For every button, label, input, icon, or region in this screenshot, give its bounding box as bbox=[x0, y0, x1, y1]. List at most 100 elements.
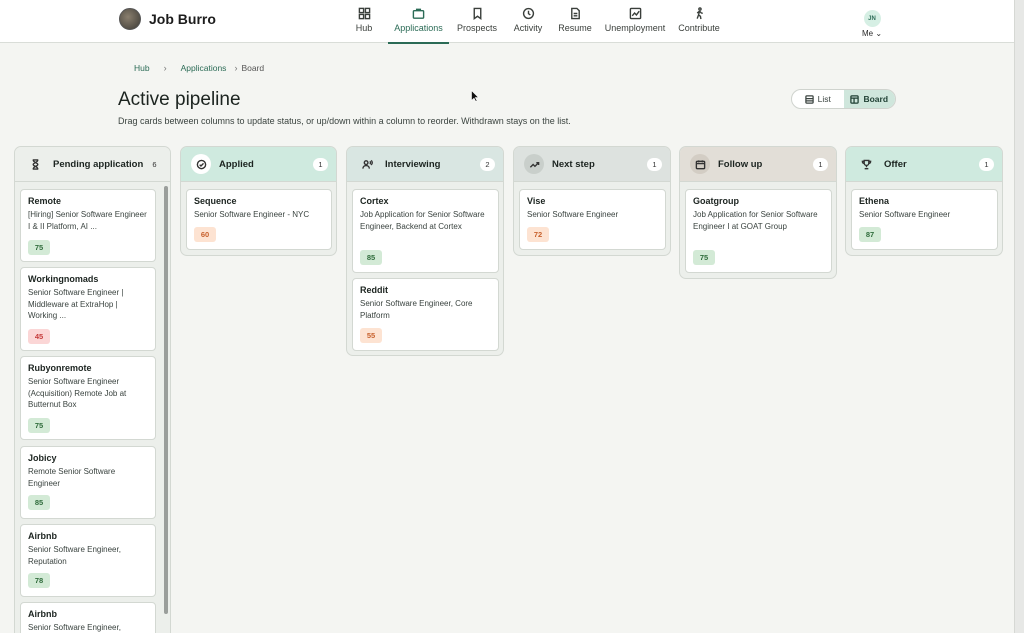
job-card[interactable]: Airbnb Senior Software Engineer, bbox=[20, 602, 156, 633]
nav-activity-label: Activity bbox=[513, 23, 543, 33]
trophy-icon bbox=[856, 154, 876, 174]
breadcrumb-applications[interactable]: Applications bbox=[181, 63, 227, 73]
walking-icon bbox=[696, 7, 703, 20]
job-card[interactable]: Cortex Job Application for Senior Softwa… bbox=[352, 189, 499, 273]
nav-resume[interactable]: Resume bbox=[551, 0, 599, 43]
history-icon bbox=[522, 7, 534, 20]
match-score-badge: 75 bbox=[693, 250, 715, 265]
card-job-title: Senior Software Engineer (Acquisition) R… bbox=[28, 377, 127, 409]
match-score-badge: 60 bbox=[194, 227, 216, 242]
match-score-badge: 75 bbox=[28, 418, 50, 433]
match-score-badge: 72 bbox=[527, 227, 549, 242]
card-company: Goatgroup bbox=[693, 196, 739, 206]
match-score-badge: 75 bbox=[28, 240, 50, 255]
board-icon bbox=[850, 94, 860, 104]
hourglass-icon bbox=[25, 154, 45, 174]
breadcrumb-separator: › bbox=[163, 63, 167, 73]
breadcrumb: Hub › Applications › Board bbox=[134, 63, 264, 73]
trending-icon bbox=[524, 154, 544, 174]
card-company: Cortex bbox=[360, 196, 389, 206]
column-count: 1 bbox=[979, 157, 994, 171]
card-company: Reddit bbox=[360, 285, 388, 295]
column-count: 1 bbox=[813, 157, 828, 171]
column-offer[interactable]: Offer 1 Ethena Senior Software Engineer … bbox=[845, 146, 1003, 256]
match-score-badge: 78 bbox=[28, 573, 50, 588]
column-title: Applied bbox=[219, 158, 254, 170]
column-title: Pending application bbox=[53, 158, 144, 170]
column-follow-up[interactable]: Follow up 1 Goatgroup Job Application fo… bbox=[679, 146, 837, 279]
card-job-title: [Hiring] Senior Software Engineer I & II… bbox=[28, 210, 147, 231]
column-count: 2 bbox=[480, 157, 495, 171]
column-pending-application[interactable]: Pending application 6 Remote [Hiring] Se… bbox=[14, 146, 171, 633]
job-card[interactable]: Remote [Hiring] Senior Software Engineer… bbox=[20, 189, 156, 262]
app-name: Job Burro bbox=[149, 11, 216, 27]
nav-prospects[interactable]: Prospects bbox=[449, 0, 505, 43]
column-title: Offer bbox=[884, 158, 907, 170]
brand[interactable]: Job Burro bbox=[119, 8, 216, 30]
column-header: Interviewing 2 bbox=[347, 147, 503, 182]
card-company: Ethena bbox=[859, 196, 890, 206]
match-score-badge: 87 bbox=[859, 227, 881, 242]
card-job-title: Senior Software Engineer bbox=[859, 210, 951, 219]
nav-activity[interactable]: Activity bbox=[505, 0, 551, 43]
nav-applications[interactable]: Applications bbox=[388, 0, 449, 44]
nav-contribute[interactable]: Contribute bbox=[671, 0, 727, 43]
burro-logo-icon bbox=[119, 8, 141, 30]
column-applied[interactable]: Applied 1 Sequence Senior Software Engin… bbox=[180, 146, 337, 256]
job-card[interactable]: Jobicy Remote Senior Software Engineer 8… bbox=[20, 446, 156, 519]
list-view-button[interactable]: List bbox=[792, 90, 844, 108]
breadcrumb-separator: › bbox=[234, 63, 238, 73]
card-job-title: Senior Software Engineer, Reputation bbox=[28, 545, 121, 566]
board-view-button[interactable]: Board bbox=[843, 90, 895, 108]
breadcrumb-hub[interactable]: Hub bbox=[134, 63, 150, 73]
column-scrollbar[interactable] bbox=[164, 186, 168, 614]
column-header: Next step 1 bbox=[514, 147, 670, 182]
top-navigation: Job Burro Hub Applications Prospects Act… bbox=[0, 0, 1014, 44]
job-card[interactable]: Rubyonremote Senior Software Engineer (A… bbox=[20, 356, 156, 440]
column-title: Follow up bbox=[718, 158, 763, 170]
match-score-badge: 55 bbox=[360, 328, 382, 343]
breadcrumb-current: Board bbox=[241, 63, 265, 73]
job-card[interactable]: Goatgroup Job Application for Senior Sof… bbox=[685, 189, 832, 273]
column-interviewing[interactable]: Interviewing 2 Cortex Job Application fo… bbox=[346, 146, 504, 356]
job-card[interactable]: Airbnb Senior Software Engineer, Reputat… bbox=[20, 524, 156, 597]
nav-resume-label: Resume bbox=[558, 23, 592, 33]
user-menu[interactable]: JN Me ⌄ bbox=[862, 10, 882, 38]
avatar[interactable]: JN bbox=[863, 10, 881, 27]
card-company: Jobicy bbox=[28, 453, 57, 463]
match-score-badge: 45 bbox=[28, 329, 50, 344]
card-company: Airbnb bbox=[28, 609, 57, 619]
card-job-title: Job Application for Senior Software Engi… bbox=[693, 210, 818, 231]
people-icon bbox=[357, 154, 377, 174]
card-job-title: Senior Software Engineer - NYC bbox=[194, 210, 310, 219]
job-card[interactable]: Workingnomads Senior Software Engineer |… bbox=[20, 267, 156, 351]
column-header: Offer 1 bbox=[846, 147, 1002, 182]
document-icon bbox=[570, 7, 580, 20]
nav-hub[interactable]: Hub bbox=[340, 0, 388, 43]
job-card[interactable]: Vise Senior Software Engineer 72 bbox=[519, 189, 666, 250]
board-view-label: Board bbox=[863, 94, 889, 104]
list-view-label: List bbox=[817, 94, 831, 104]
job-card[interactable]: Sequence Senior Software Engineer - NYC … bbox=[186, 189, 332, 250]
card-job-title: Senior Software Engineer, bbox=[28, 623, 121, 632]
calendar-icon bbox=[690, 154, 710, 174]
nav-unemployment-label: Unemployment bbox=[604, 23, 666, 33]
card-job-title: Senior Software Engineer, Core Platform bbox=[360, 299, 473, 320]
page-title: Active pipeline bbox=[118, 89, 241, 110]
nav-prospects-label: Prospects bbox=[456, 23, 498, 33]
user-menu-label[interactable]: Me ⌄ bbox=[862, 29, 882, 38]
job-card[interactable]: Ethena Senior Software Engineer 87 bbox=[851, 189, 998, 250]
card-job-title: Job Application for Senior Software Engi… bbox=[360, 210, 485, 231]
match-score-badge: 85 bbox=[28, 495, 50, 510]
column-next-step[interactable]: Next step 1 Vise Senior Software Enginee… bbox=[513, 146, 671, 256]
nav-applications-label: Applications bbox=[394, 23, 443, 33]
card-company: Rubyonremote bbox=[28, 363, 92, 373]
bookmark-icon bbox=[473, 7, 481, 20]
card-job-title: Senior Software Engineer | Middleware at… bbox=[28, 288, 124, 320]
nav-unemployment[interactable]: Unemployment bbox=[599, 0, 671, 43]
card-company: Vise bbox=[527, 196, 546, 206]
check-circle-icon bbox=[191, 154, 211, 174]
page-scrollbar[interactable] bbox=[1014, 0, 1024, 633]
job-card[interactable]: Reddit Senior Software Engineer, Core Pl… bbox=[352, 278, 499, 351]
mouse-cursor-icon bbox=[471, 90, 479, 102]
